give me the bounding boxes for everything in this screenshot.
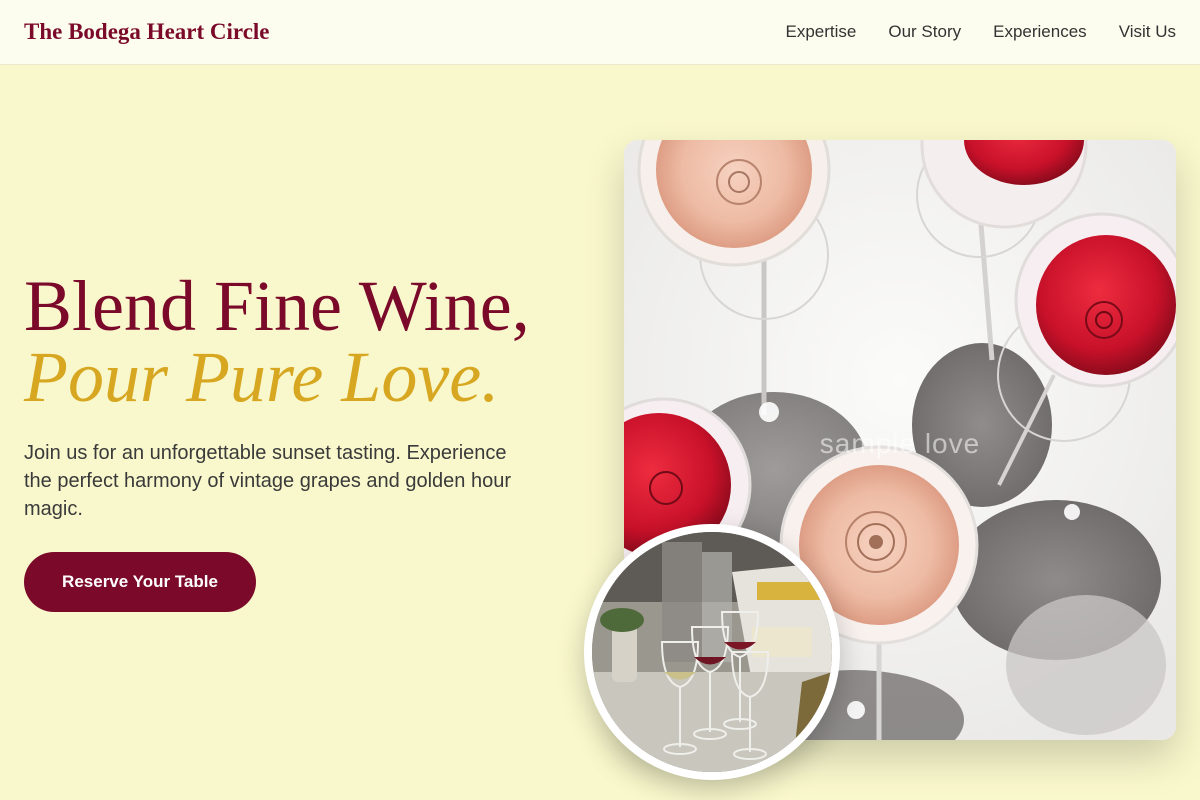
- hero-section: Blend Fine Wine, Pour Pure Love. Join us…: [24, 270, 584, 523]
- main-nav: Expertise Our Story Experiences Visit Us: [786, 22, 1177, 42]
- top-navbar: The Bodega Heart Circle Expertise Our St…: [0, 0, 1200, 65]
- brand-logo[interactable]: The Bodega Heart Circle: [24, 19, 270, 45]
- tasting-table-illustration: [592, 532, 832, 772]
- photo-watermark: sample love: [819, 428, 981, 459]
- reserve-table-button[interactable]: Reserve Your Table: [24, 552, 256, 612]
- hero-headline: Blend Fine Wine, Pour Pure Love.: [24, 270, 584, 413]
- headline-line-2: Pour Pure Love.: [24, 337, 500, 417]
- nav-link-expertise[interactable]: Expertise: [786, 22, 857, 42]
- hero-subtext: Join us for an unforgettable sunset tast…: [24, 442, 511, 520]
- nav-link-experiences[interactable]: Experiences: [993, 22, 1087, 42]
- nav-link-visit-us[interactable]: Visit Us: [1119, 22, 1176, 42]
- nav-link-our-story[interactable]: Our Story: [888, 22, 961, 42]
- tasting-table-photo: [584, 524, 840, 780]
- headline-line-1: Blend Fine Wine,: [24, 266, 530, 346]
